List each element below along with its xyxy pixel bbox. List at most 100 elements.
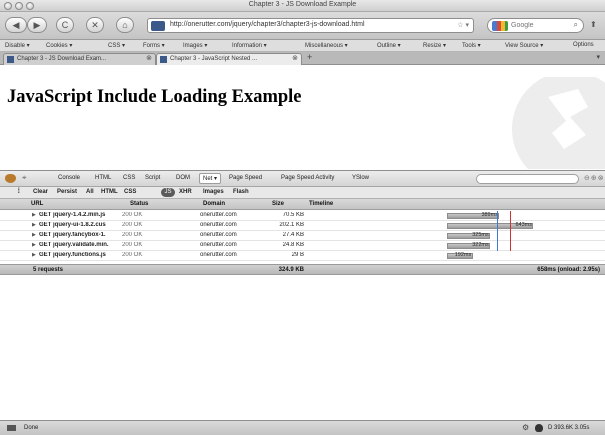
bookmark-star-icon[interactable]: ☆ ▾: [457, 21, 469, 29]
back-arrow-icon: ◀: [12, 20, 20, 30]
page-favicon-icon: [7, 56, 14, 63]
tab-close-icon[interactable]: ⊗: [146, 54, 152, 64]
persist-button[interactable]: Persist: [57, 189, 77, 195]
request-size: 29 B: [291, 252, 304, 258]
watermark-logo-icon: [512, 77, 605, 169]
tab-list-icon[interactable]: ▾: [596, 53, 600, 61]
stop-button[interactable]: ✕: [86, 17, 104, 33]
tab-js-download[interactable]: Chapter 3 - JS Download Exam... ⊗: [3, 53, 156, 65]
filter-xhr[interactable]: XHR: [179, 189, 192, 195]
dev-images-menu[interactable]: Images ▾: [183, 42, 207, 49]
status-bar: Done ⚙ D 393.6K 3.05s: [0, 420, 605, 435]
magnifier-icon[interactable]: ⌕: [574, 20, 578, 30]
expand-arrow-icon[interactable]: ▶: [32, 252, 36, 258]
firebug-search-input[interactable]: [476, 174, 579, 184]
back-button[interactable]: ◀: [5, 17, 27, 33]
clear-button[interactable]: Clear: [33, 189, 48, 195]
tab-label: Chapter 3 - JS Download Exam...: [17, 56, 107, 62]
request-status: 200 OK: [122, 232, 143, 238]
request-timing: 325ms: [472, 232, 489, 238]
column-status[interactable]: Status: [130, 201, 148, 207]
extension-icon[interactable]: ⬆: [590, 20, 597, 29]
expand-arrow-icon[interactable]: ▶: [32, 242, 36, 248]
dev-information-menu[interactable]: Information ▾: [232, 42, 267, 49]
expand-arrow-icon[interactable]: ▶: [32, 222, 36, 228]
dev-tools-menu[interactable]: Tools ▾: [462, 42, 481, 49]
filter-images[interactable]: Images: [203, 189, 224, 195]
page-content: JavaScript Include Loading Example: [0, 65, 605, 170]
column-url[interactable]: URL: [31, 201, 43, 207]
tab-html[interactable]: HTML: [95, 175, 111, 181]
column-timeline[interactable]: Timeline: [309, 201, 333, 207]
google-engine-icon[interactable]: [492, 21, 508, 31]
tab-page-speed[interactable]: Page Speed: [229, 175, 262, 181]
search-input[interactable]: [511, 20, 566, 31]
request-domain: onerutter.com: [200, 252, 237, 258]
yslow-stats[interactable]: D 393.6K 3.05s: [548, 425, 589, 431]
request-url: GET jquery.validate.min.: [39, 242, 109, 248]
tab-javascript-nested[interactable]: Chapter 3 - JavaScript Nested ... ⊗: [156, 53, 302, 65]
dev-view-source-menu[interactable]: View Source ▾: [505, 42, 543, 49]
firebug-bug-icon[interactable]: [5, 174, 16, 183]
inspect-icon[interactable]: ⌖: [22, 173, 27, 183]
firebug-status-icon[interactable]: [535, 424, 543, 432]
tab-css[interactable]: CSS: [123, 175, 135, 181]
dev-resize-menu[interactable]: Resize ▾: [423, 42, 446, 49]
page-speed-icon[interactable]: ⚙: [522, 423, 529, 432]
filter-all[interactable]: All: [86, 189, 94, 195]
address-bar[interactable]: http://onerutter.com/jquery/chapter3/cha…: [147, 18, 474, 33]
web-developer-toolbar: Disable ▾ Cookies ▾ CSS ▾ Forms ▾ Images…: [0, 40, 605, 52]
home-button[interactable]: ⌂: [116, 17, 134, 33]
tab-dom[interactable]: DOM: [176, 175, 190, 181]
request-timing: 322ms: [472, 242, 489, 248]
forward-button[interactable]: ▶: [27, 17, 47, 33]
request-size: 70.5 KB: [282, 212, 304, 218]
tab-yslow[interactable]: YSlow: [352, 175, 369, 181]
tab-close-icon[interactable]: ⊗: [292, 54, 298, 64]
dev-css-menu[interactable]: CSS ▾: [108, 42, 125, 49]
table-row[interactable]: ▶ GET jquery-1.4.2.min.js 200 OK onerutt…: [0, 211, 605, 221]
site-identity-icon[interactable]: [151, 21, 165, 31]
filter-js[interactable]: JS: [161, 188, 175, 197]
column-domain[interactable]: Domain: [203, 201, 225, 207]
dev-forms-menu[interactable]: Forms ▾: [143, 42, 165, 49]
dev-miscellaneous-menu[interactable]: Miscellaneous ▾: [305, 42, 348, 49]
request-status: 200 OK: [122, 212, 143, 218]
expand-arrow-icon[interactable]: ▶: [32, 232, 36, 238]
table-row[interactable]: ▶ GET jquery.functions.js 200 OK onerutt…: [0, 251, 605, 261]
request-timing: 643ms: [515, 222, 532, 228]
table-row[interactable]: ▶ GET jquery-ui-1.8.2.cus 200 OK onerutt…: [0, 221, 605, 231]
table-row[interactable]: ▶ GET jquery.fancybox-1. 200 OK onerutte…: [0, 231, 605, 241]
tab-net[interactable]: Net ▾: [199, 173, 222, 184]
dev-disable-menu[interactable]: Disable ▾: [5, 42, 30, 49]
summary-request-count: 5 requests: [33, 267, 64, 273]
search-box[interactable]: ⌕: [487, 18, 584, 33]
request-domain: onerutter.com: [200, 242, 237, 248]
net-summary-row: 5 requests 324.9 KB 658ms (onload: 2.95s…: [0, 264, 605, 275]
column-size[interactable]: Size: [272, 201, 284, 207]
page-heading: JavaScript Include Loading Example: [7, 87, 302, 107]
request-timing: 389ms: [481, 212, 498, 218]
request-size: 24.8 KB: [282, 242, 304, 248]
request-status: 200 OK: [122, 242, 143, 248]
reload-button[interactable]: C: [56, 17, 74, 33]
firebug-window-controls[interactable]: ⊖⊕⊗: [584, 174, 605, 182]
tab-bar: Chapter 3 - JS Download Exam... ⊗ Chapte…: [0, 52, 605, 65]
request-domain: onerutter.com: [200, 232, 237, 238]
connection-icon: [7, 425, 16, 431]
tab-label: Chapter 3 - JavaScript Nested ...: [170, 56, 258, 62]
request-domain: onerutter.com: [200, 222, 237, 228]
new-tab-button[interactable]: +: [307, 52, 312, 62]
dev-outline-menu[interactable]: Outline ▾: [377, 42, 401, 49]
tab-console[interactable]: Console: [58, 175, 80, 181]
filter-flash[interactable]: Flash: [233, 189, 249, 195]
filter-html[interactable]: HTML: [101, 189, 118, 195]
dev-options-menu[interactable]: Options: [573, 42, 594, 48]
table-row[interactable]: ▶ GET jquery.validate.min. 200 OK onerut…: [0, 241, 605, 251]
tab-page-speed-activity[interactable]: Page Speed Activity: [281, 175, 334, 181]
request-url: GET jquery-ui-1.8.2.cus: [39, 222, 106, 228]
filter-css[interactable]: CSS: [124, 189, 136, 195]
dev-cookies-menu[interactable]: Cookies ▾: [46, 42, 72, 49]
expand-arrow-icon[interactable]: ▶: [32, 212, 36, 218]
tab-script[interactable]: Script: [145, 175, 160, 181]
